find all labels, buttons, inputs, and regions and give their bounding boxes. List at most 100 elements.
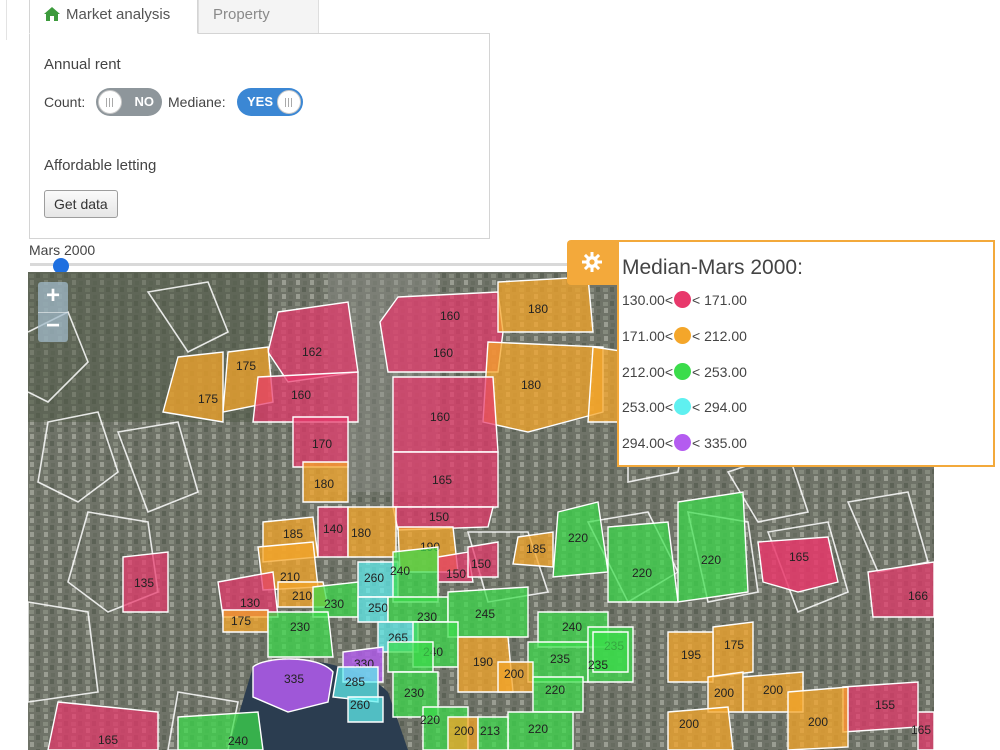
page-edge-divider xyxy=(6,0,7,40)
zoom-out-button[interactable]: − xyxy=(38,312,68,342)
count-toggle[interactable]: NO xyxy=(96,88,162,116)
region-label: 160 xyxy=(433,346,453,360)
region-165-east[interactable] xyxy=(757,536,839,593)
region-label: 200 xyxy=(679,717,699,731)
region-label: 250 xyxy=(368,601,388,615)
legend-range-to: < 294.00 xyxy=(692,399,747,415)
region-label: 175 xyxy=(198,392,218,406)
region-label: 166 xyxy=(908,589,928,603)
region-label: 260 xyxy=(350,698,370,712)
region-label: 220 xyxy=(528,722,548,736)
mediane-toggle[interactable]: YES xyxy=(237,88,303,116)
region-label: 335 xyxy=(284,672,304,686)
legend-range-from: 294.00< xyxy=(622,435,673,451)
region-label: 185 xyxy=(526,542,546,556)
legend-settings-button[interactable] xyxy=(567,240,617,285)
legend-title: Median-Mars 2000: xyxy=(622,256,803,279)
get-data-button[interactable]: Get data xyxy=(44,190,118,218)
region-label: 200 xyxy=(763,683,783,697)
region-label: 175 xyxy=(236,359,256,373)
region-label: 210 xyxy=(292,589,312,603)
region-label: 185 xyxy=(283,527,303,541)
legend-range-to: < 212.00 xyxy=(692,328,747,344)
region-label: 260 xyxy=(364,571,384,585)
region-label: 200 xyxy=(714,686,734,700)
region-label: 285 xyxy=(345,675,365,689)
tab-market-analysis[interactable]: Market analysis xyxy=(29,0,198,34)
region-240-d[interactable] xyxy=(387,641,434,673)
count-label: Count: xyxy=(44,94,86,110)
region-label: 220 xyxy=(420,713,440,727)
legend-item: 253.00< < 294.00 xyxy=(622,397,747,417)
legend-dot-icon xyxy=(674,327,691,344)
legend-item: 294.00< < 335.00 xyxy=(622,433,747,453)
legend-range-to: < 335.00 xyxy=(692,435,747,451)
region-label: 230 xyxy=(404,686,424,700)
count-toggle-text: NO xyxy=(134,94,155,109)
mediane-toggle-text: YES xyxy=(247,94,274,109)
region-label: 162 xyxy=(302,345,322,359)
region-label: 230 xyxy=(290,620,310,634)
region-label: 240 xyxy=(562,620,582,634)
legend-dot-icon xyxy=(674,363,691,380)
gear-icon xyxy=(582,252,602,272)
slider-date-label: Mars 2000 xyxy=(29,242,96,258)
legend-range-from: 253.00< xyxy=(622,399,673,415)
region-label: 130 xyxy=(240,596,260,610)
zoom-control: + − xyxy=(38,282,68,342)
region-162[interactable] xyxy=(267,301,359,383)
region-label: 195 xyxy=(681,648,701,662)
region-label: 155 xyxy=(875,698,895,712)
tab-property[interactable]: Property xyxy=(198,0,319,34)
region-label: 180 xyxy=(528,302,548,316)
region-label: 165 xyxy=(911,723,931,737)
region-label: 180 xyxy=(351,526,371,540)
legend-range-to: < 253.00 xyxy=(692,364,747,380)
region-label: 160 xyxy=(430,410,450,424)
legend-range-from: 212.00< xyxy=(622,364,673,380)
toggle-knob-icon xyxy=(277,90,301,114)
region-label: 220 xyxy=(568,531,588,545)
legend-range-from: 130.00< xyxy=(622,292,673,308)
region-label: 230 xyxy=(324,597,344,611)
region-240-sw[interactable] xyxy=(177,711,264,750)
region-label: 200 xyxy=(454,724,474,738)
median-legend: Median-Mars 2000: 130.00< < 171.00 171.00… xyxy=(617,240,995,467)
region-label: 135 xyxy=(134,576,154,590)
region-label: 180 xyxy=(521,378,541,392)
annual-rent-label: Annual rent xyxy=(44,56,121,73)
region-label: 170 xyxy=(312,437,332,451)
mediane-label: Mediane: xyxy=(168,94,226,110)
legend-range-to: < 171.00 xyxy=(692,292,747,308)
region-label: 180 xyxy=(314,477,334,491)
region-label: 220 xyxy=(701,553,721,567)
region-label: 200 xyxy=(504,667,524,681)
legend-dot-icon xyxy=(674,398,691,415)
region-230-c[interactable] xyxy=(267,611,334,658)
region-label: 175 xyxy=(724,638,744,652)
region-label: 160 xyxy=(291,388,311,402)
region-label: 213 xyxy=(480,724,500,738)
region-220-c[interactable] xyxy=(607,521,679,603)
legend-dot-icon xyxy=(674,291,691,308)
date-slider-track[interactable] xyxy=(30,263,590,266)
region-label: 200 xyxy=(808,715,828,729)
zoom-in-button[interactable]: + xyxy=(38,282,68,313)
tab-market-analysis-label: Market analysis xyxy=(66,6,171,23)
region-label: 150 xyxy=(446,567,466,581)
region-label: 240 xyxy=(228,734,248,748)
region-label: 165 xyxy=(789,550,809,564)
region-220-d[interactable] xyxy=(677,491,749,603)
region-label: 220 xyxy=(632,566,652,580)
toggle-knob-icon xyxy=(98,90,122,114)
legend-item: 212.00< < 253.00 xyxy=(622,362,747,382)
legend-dot-icon xyxy=(674,434,691,451)
region-label: 165 xyxy=(432,473,452,487)
region-label: 150 xyxy=(429,510,449,524)
region-label: 140 xyxy=(323,522,343,536)
region-label: 240 xyxy=(390,564,410,578)
legend-range-from: 171.00< xyxy=(622,328,673,344)
region-200-e[interactable] xyxy=(667,706,734,750)
tab-property-label: Property xyxy=(213,6,270,23)
region-label: 220 xyxy=(545,683,565,697)
